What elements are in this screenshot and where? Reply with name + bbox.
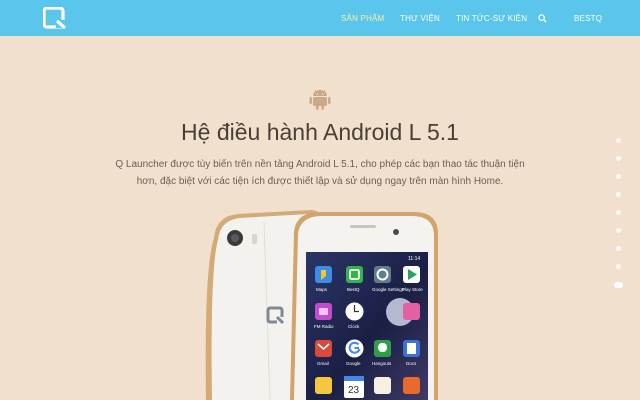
section-pagination bbox=[614, 138, 624, 301]
nav-item-thu-vien[interactable]: THƯ VIỆN bbox=[400, 0, 440, 36]
app-label-play-store: Play Store bbox=[402, 287, 423, 292]
hero-description-line-1: Q Launcher được tùy biến trên nền tảng A… bbox=[115, 159, 525, 170]
keep-icon bbox=[315, 377, 332, 394]
app-label-google-settings: Google Settings bbox=[372, 287, 405, 292]
app-label-fm-radio: FM Radio bbox=[314, 324, 334, 329]
search-button[interactable] bbox=[538, 0, 547, 36]
nav-item-bestq[interactable]: BESTQ bbox=[574, 0, 602, 36]
pagination-dot-active[interactable] bbox=[614, 282, 623, 288]
app-icon-orange bbox=[403, 377, 420, 394]
pagination-dot[interactable] bbox=[616, 156, 621, 161]
page-title: Hệ điều hành Android L 5.1 bbox=[181, 119, 459, 145]
calendar-day: 23 bbox=[348, 385, 360, 396]
nav-item-tin-tuc-su-kien[interactable]: TIN TỨC-SỰ KIỆN bbox=[456, 0, 527, 36]
top-navbar: SẢN PHẨM THƯ VIỆN TIN TỨC-SỰ KIỆN BESTQ bbox=[0, 0, 640, 36]
nav-item-san-pham[interactable]: SẢN PHẨM bbox=[341, 0, 384, 36]
pagination-dot[interactable] bbox=[616, 192, 621, 197]
status-time: 11:14 bbox=[408, 256, 420, 262]
pagination-dot[interactable] bbox=[616, 246, 621, 251]
pagination-dot[interactable] bbox=[616, 228, 621, 233]
phone-illustration: 11:14 Maps BestQ Google Settings Play St… bbox=[205, 210, 438, 400]
pagination-dot[interactable] bbox=[616, 264, 621, 269]
app-icon-pink bbox=[403, 303, 420, 320]
q-logo[interactable] bbox=[43, 7, 67, 29]
pagination-dot[interactable] bbox=[616, 174, 621, 179]
app-label-hangouts: Hangouts bbox=[372, 361, 392, 366]
search-icon bbox=[538, 13, 547, 23]
app-label-maps: Maps bbox=[316, 287, 328, 292]
app-label-clock: Clock bbox=[348, 324, 360, 329]
app-label-bestq: BestQ bbox=[347, 287, 360, 292]
hero-description-line-2: hơn, đặc biệt với các tiện ích được thiế… bbox=[136, 176, 504, 187]
phone-front: 11:14 Maps BestQ Google Settings Play St… bbox=[290, 212, 438, 400]
app-label-docs: Docs bbox=[406, 361, 417, 366]
app-icon-light bbox=[374, 377, 391, 394]
bestq-icon bbox=[346, 266, 363, 283]
app-label-gmail: Gmail bbox=[317, 361, 329, 366]
hero-description: Q Launcher được tùy biến trên nền tảng A… bbox=[100, 156, 540, 190]
app-label-google: Google bbox=[346, 361, 361, 366]
pagination-dot[interactable] bbox=[616, 138, 621, 143]
pagination-dot[interactable] bbox=[616, 210, 621, 215]
android-icon bbox=[309, 89, 331, 110]
